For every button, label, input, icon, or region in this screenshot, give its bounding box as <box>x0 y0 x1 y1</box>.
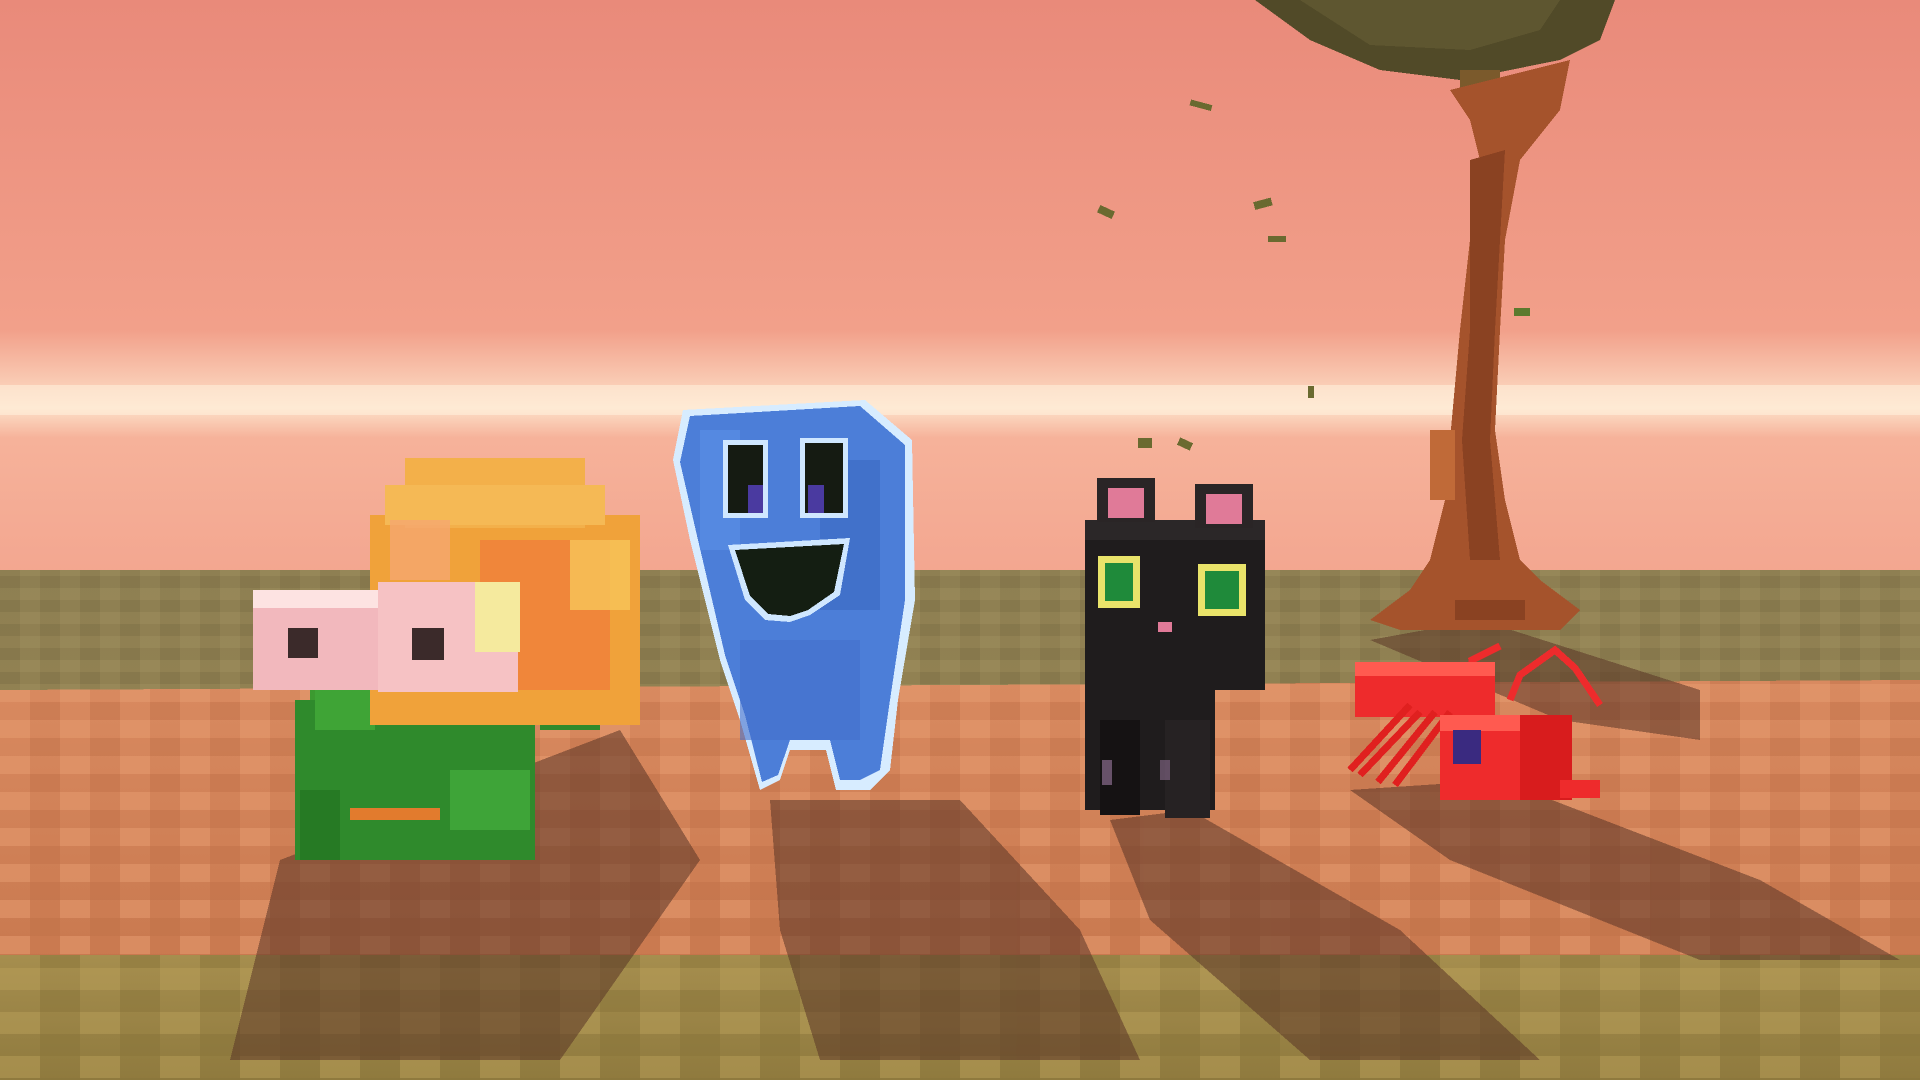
ghost-eye-left <box>723 440 768 518</box>
cat-ear-right <box>1195 484 1253 528</box>
snail-eye-left <box>253 590 383 690</box>
ant-eye <box>1453 730 1481 764</box>
cat-eye-left <box>1098 556 1140 608</box>
horizon-glow <box>0 385 1920 415</box>
game-viewport[interactable] <box>0 0 1920 1080</box>
sky <box>0 0 1920 600</box>
snail-eye-right <box>378 582 520 692</box>
cat-nose <box>1158 622 1172 632</box>
cat-ear-left <box>1097 478 1155 522</box>
ghost-eye-right <box>800 438 848 518</box>
cat-eye-right <box>1198 564 1246 616</box>
